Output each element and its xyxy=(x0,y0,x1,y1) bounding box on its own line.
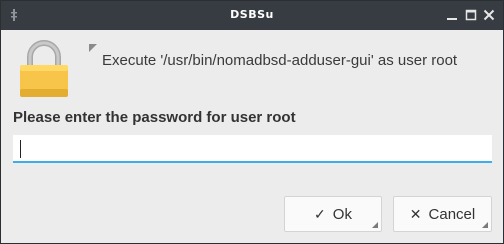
dialog-window: DSBSu Execute '/usr/bin/nomadbsd-adduser… xyxy=(0,0,504,244)
window-title: DSBSu xyxy=(230,8,274,21)
cancel-button[interactable]: ✕ Cancel xyxy=(393,196,492,232)
cancel-x-icon: ✕ xyxy=(409,205,422,222)
text-caret xyxy=(20,140,21,158)
button-corner-mark xyxy=(482,222,488,228)
maximize-icon[interactable] xyxy=(463,7,479,23)
password-field[interactable] xyxy=(13,135,492,163)
message-corner-mark xyxy=(89,44,97,52)
password-prompt-label: Please enter the password for user root xyxy=(13,109,296,126)
checkmark-icon: ✓ xyxy=(314,205,326,222)
close-icon[interactable] xyxy=(481,7,497,23)
title-bar[interactable]: DSBSu xyxy=(1,1,503,30)
execute-message: Execute '/usr/bin/nomadbsd-adduser-gui' … xyxy=(102,52,458,69)
minimize-icon[interactable] xyxy=(444,7,460,23)
cancel-button-label: Cancel xyxy=(428,205,476,223)
ok-button[interactable]: ✓ Ok xyxy=(284,196,382,232)
ok-button-label: Ok xyxy=(332,205,352,223)
button-corner-mark xyxy=(372,222,378,228)
lock-icon xyxy=(20,40,68,97)
